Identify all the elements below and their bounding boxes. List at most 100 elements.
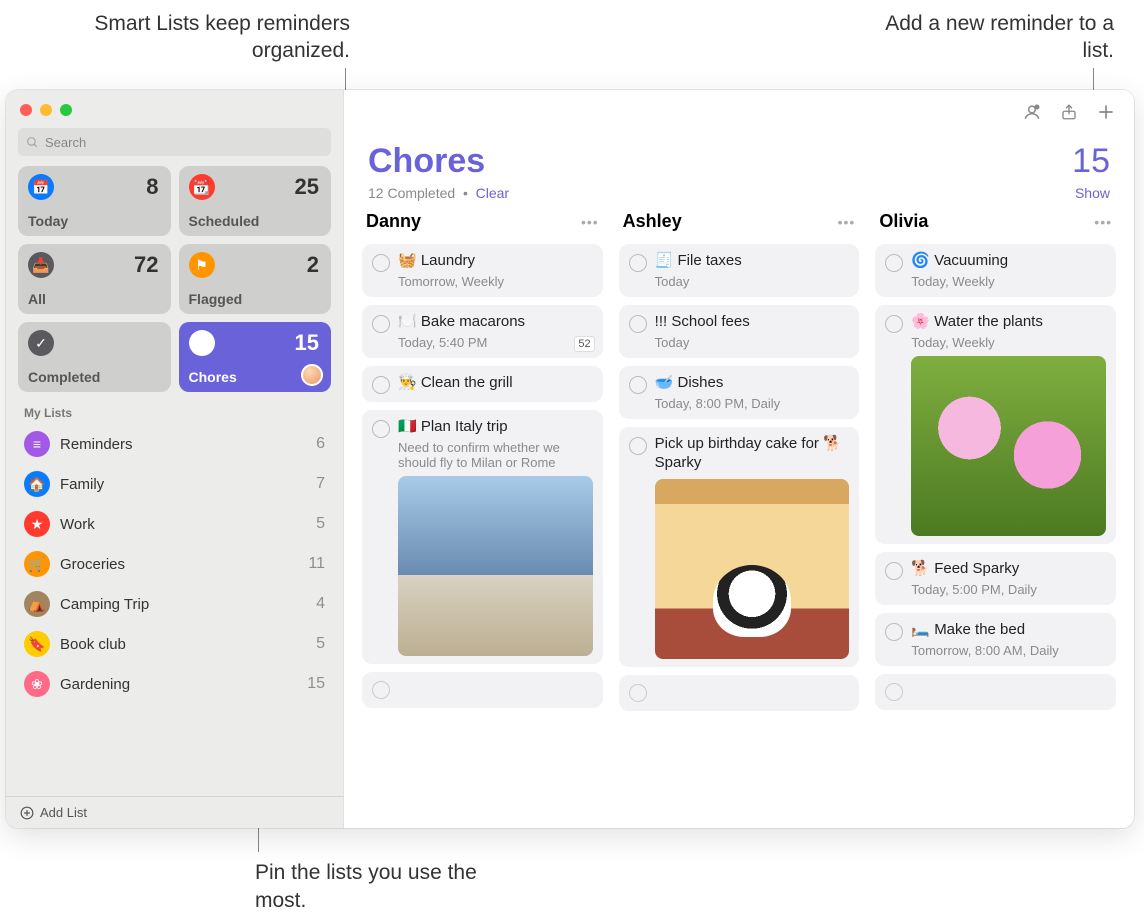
reminder-meta: Today bbox=[655, 335, 850, 350]
reminder-card[interactable]: 🌀 VacuumingToday, Weekly bbox=[875, 244, 1116, 297]
smart-list-icon: 📅 bbox=[28, 174, 54, 200]
complete-toggle[interactable] bbox=[885, 315, 903, 333]
add-reminder-button[interactable] bbox=[1096, 102, 1116, 127]
list-count: 5 bbox=[316, 635, 325, 653]
list-header: Chores 15 bbox=[344, 138, 1134, 183]
column-menu-button[interactable]: ••• bbox=[1094, 214, 1112, 230]
reminder-note: Need to confirm whether we should fly to… bbox=[398, 440, 593, 470]
list-row-groceries[interactable]: 🛒 Groceries 11 bbox=[12, 544, 337, 584]
complete-toggle[interactable] bbox=[629, 437, 647, 455]
complete-toggle[interactable] bbox=[372, 681, 390, 699]
reminder-card[interactable]: 🧺 LaundryTomorrow, Weekly bbox=[362, 244, 603, 297]
smart-list-label: Scheduled bbox=[189, 213, 260, 229]
complete-toggle[interactable] bbox=[372, 376, 390, 394]
list-row-work[interactable]: ★ Work 5 bbox=[12, 504, 337, 544]
list-row-book-club[interactable]: 🔖 Book club 5 bbox=[12, 624, 337, 664]
add-list-label: Add List bbox=[40, 805, 87, 820]
complete-toggle[interactable] bbox=[885, 254, 903, 272]
list-subheader: 12 Completed • Clear Show bbox=[344, 183, 1134, 211]
column-header: Olivia ••• bbox=[875, 211, 1116, 236]
column-olivia: Olivia ••• 🌀 VacuumingToday, Weekly 🌸 Wa… bbox=[875, 211, 1116, 820]
complete-toggle[interactable] bbox=[885, 623, 903, 641]
new-reminder-placeholder[interactable] bbox=[362, 672, 603, 708]
list-row-camping-trip[interactable]: ⛺ Camping Trip 4 bbox=[12, 584, 337, 624]
reminder-title: 🌸 Water the plants bbox=[911, 313, 1043, 332]
smart-list-icon: 📆 bbox=[189, 174, 215, 200]
reminder-card[interactable]: Pick up birthday cake for 🐕 Sparky bbox=[619, 427, 860, 667]
smart-list-scheduled[interactable]: 📆 25 Scheduled bbox=[179, 166, 332, 236]
list-label: Groceries bbox=[60, 556, 125, 573]
smart-list-all[interactable]: 📥 72 All bbox=[18, 244, 171, 314]
reminder-title: 🐕 Feed Sparky bbox=[911, 560, 1019, 579]
smart-list-completed[interactable]: ✓ Completed bbox=[18, 322, 171, 392]
my-lists-header: My Lists bbox=[6, 392, 343, 424]
list-icon: ❀ bbox=[24, 671, 50, 697]
smart-list-flagged[interactable]: ⚑ 2 Flagged bbox=[179, 244, 332, 314]
complete-toggle[interactable] bbox=[372, 420, 390, 438]
clear-button[interactable]: Clear bbox=[476, 185, 509, 201]
reminder-card[interactable]: 🇮🇹 Plan Italy trip Need to confirm whethe… bbox=[362, 410, 603, 664]
complete-toggle[interactable] bbox=[885, 562, 903, 580]
collaborate-button[interactable] bbox=[1022, 102, 1042, 127]
smart-list-today[interactable]: 📅 8 Today bbox=[18, 166, 171, 236]
list-label: Book club bbox=[60, 636, 126, 653]
list-row-reminders[interactable]: ≡ Reminders 6 bbox=[12, 424, 337, 464]
column-menu-button[interactable]: ••• bbox=[838, 214, 856, 230]
callout-smart-lists: Smart Lists keep reminders organized. bbox=[80, 10, 350, 65]
shared-avatar bbox=[301, 364, 323, 386]
list-label: Family bbox=[60, 476, 104, 493]
list-count: 6 bbox=[316, 435, 325, 453]
reminder-card[interactable]: 🛏️ Make the bedTomorrow, 8:00 AM, Daily bbox=[875, 613, 1116, 666]
reminder-title: 🥣 Dishes bbox=[655, 374, 724, 393]
list-count: 15 bbox=[307, 675, 325, 693]
complete-toggle[interactable] bbox=[629, 376, 647, 394]
reminder-meta: Today bbox=[655, 274, 850, 289]
sidebar: Search 📅 8 Today 📆 25 Scheduled 📥 72 All… bbox=[6, 90, 344, 828]
column-menu-button[interactable]: ••• bbox=[581, 214, 599, 230]
complete-toggle[interactable] bbox=[629, 684, 647, 702]
reminder-card[interactable]: 🥣 Dishes Today, 8:00 PM, Daily bbox=[619, 366, 860, 419]
close-window-button[interactable] bbox=[20, 104, 32, 116]
main-panel: Chores 15 12 Completed • Clear Show Dann… bbox=[344, 90, 1134, 828]
smart-list-label: All bbox=[28, 291, 46, 307]
reminder-title: 🇮🇹 Plan Italy trip bbox=[398, 418, 508, 437]
reminder-meta: Today, 8:00 PM, Daily bbox=[655, 396, 850, 411]
minimize-window-button[interactable] bbox=[40, 104, 52, 116]
new-reminder-placeholder[interactable] bbox=[619, 675, 860, 711]
smart-list-count: 8 bbox=[146, 174, 158, 200]
complete-toggle[interactable] bbox=[885, 683, 903, 701]
complete-toggle[interactable] bbox=[372, 254, 390, 272]
share-button[interactable] bbox=[1060, 102, 1078, 127]
reminder-card[interactable]: 🧾 File taxesToday bbox=[619, 244, 860, 297]
list-label: Gardening bbox=[60, 676, 130, 693]
reminder-image bbox=[398, 476, 593, 656]
reminder-title: !!! School fees bbox=[655, 313, 750, 332]
reminder-title: 🍽️ Bake macarons bbox=[398, 313, 525, 332]
search-input[interactable]: Search bbox=[18, 128, 331, 156]
list-row-gardening[interactable]: ❀ Gardening 15 bbox=[12, 664, 337, 704]
new-reminder-placeholder[interactable] bbox=[875, 674, 1116, 710]
list-count: 7 bbox=[316, 475, 325, 493]
completed-count: 12 Completed bbox=[368, 185, 455, 201]
fullscreen-window-button[interactable] bbox=[60, 104, 72, 116]
smart-list-chores[interactable]: ≡ 15 Chores bbox=[179, 322, 332, 392]
reminder-title: Pick up birthday cake for 🐕 Sparky bbox=[655, 435, 850, 473]
columns: Danny ••• 🧺 LaundryTomorrow, Weekly 🍽️ B… bbox=[344, 211, 1134, 828]
list-icon: 🛒 bbox=[24, 551, 50, 577]
reminder-card[interactable]: 🌸 Water the plantsToday, Weekly bbox=[875, 305, 1116, 544]
reminder-card[interactable]: 🍽️ Bake macaronsToday, 5:40 PM52 bbox=[362, 305, 603, 358]
reminder-card[interactable]: !!! School fees Today bbox=[619, 305, 860, 358]
list-row-family[interactable]: 🏠 Family 7 bbox=[12, 464, 337, 504]
list-label: Work bbox=[60, 516, 95, 533]
reminder-card[interactable]: 👨‍🍳 Clean the grill bbox=[362, 366, 603, 402]
complete-toggle[interactable] bbox=[372, 315, 390, 333]
reminder-card[interactable]: 🐕 Feed SparkyToday, 5:00 PM, Daily bbox=[875, 552, 1116, 605]
show-button[interactable]: Show bbox=[1075, 185, 1110, 201]
column-ashley: Ashley ••• 🧾 File taxesToday !!! School … bbox=[619, 211, 860, 820]
reminder-title: 🛏️ Make the bed bbox=[911, 621, 1025, 640]
complete-toggle[interactable] bbox=[629, 315, 647, 333]
list-label: Reminders bbox=[60, 436, 133, 453]
add-list-button[interactable]: Add List bbox=[6, 796, 343, 828]
complete-toggle[interactable] bbox=[629, 254, 647, 272]
reminder-meta: Today, 5:40 PM bbox=[398, 335, 593, 350]
